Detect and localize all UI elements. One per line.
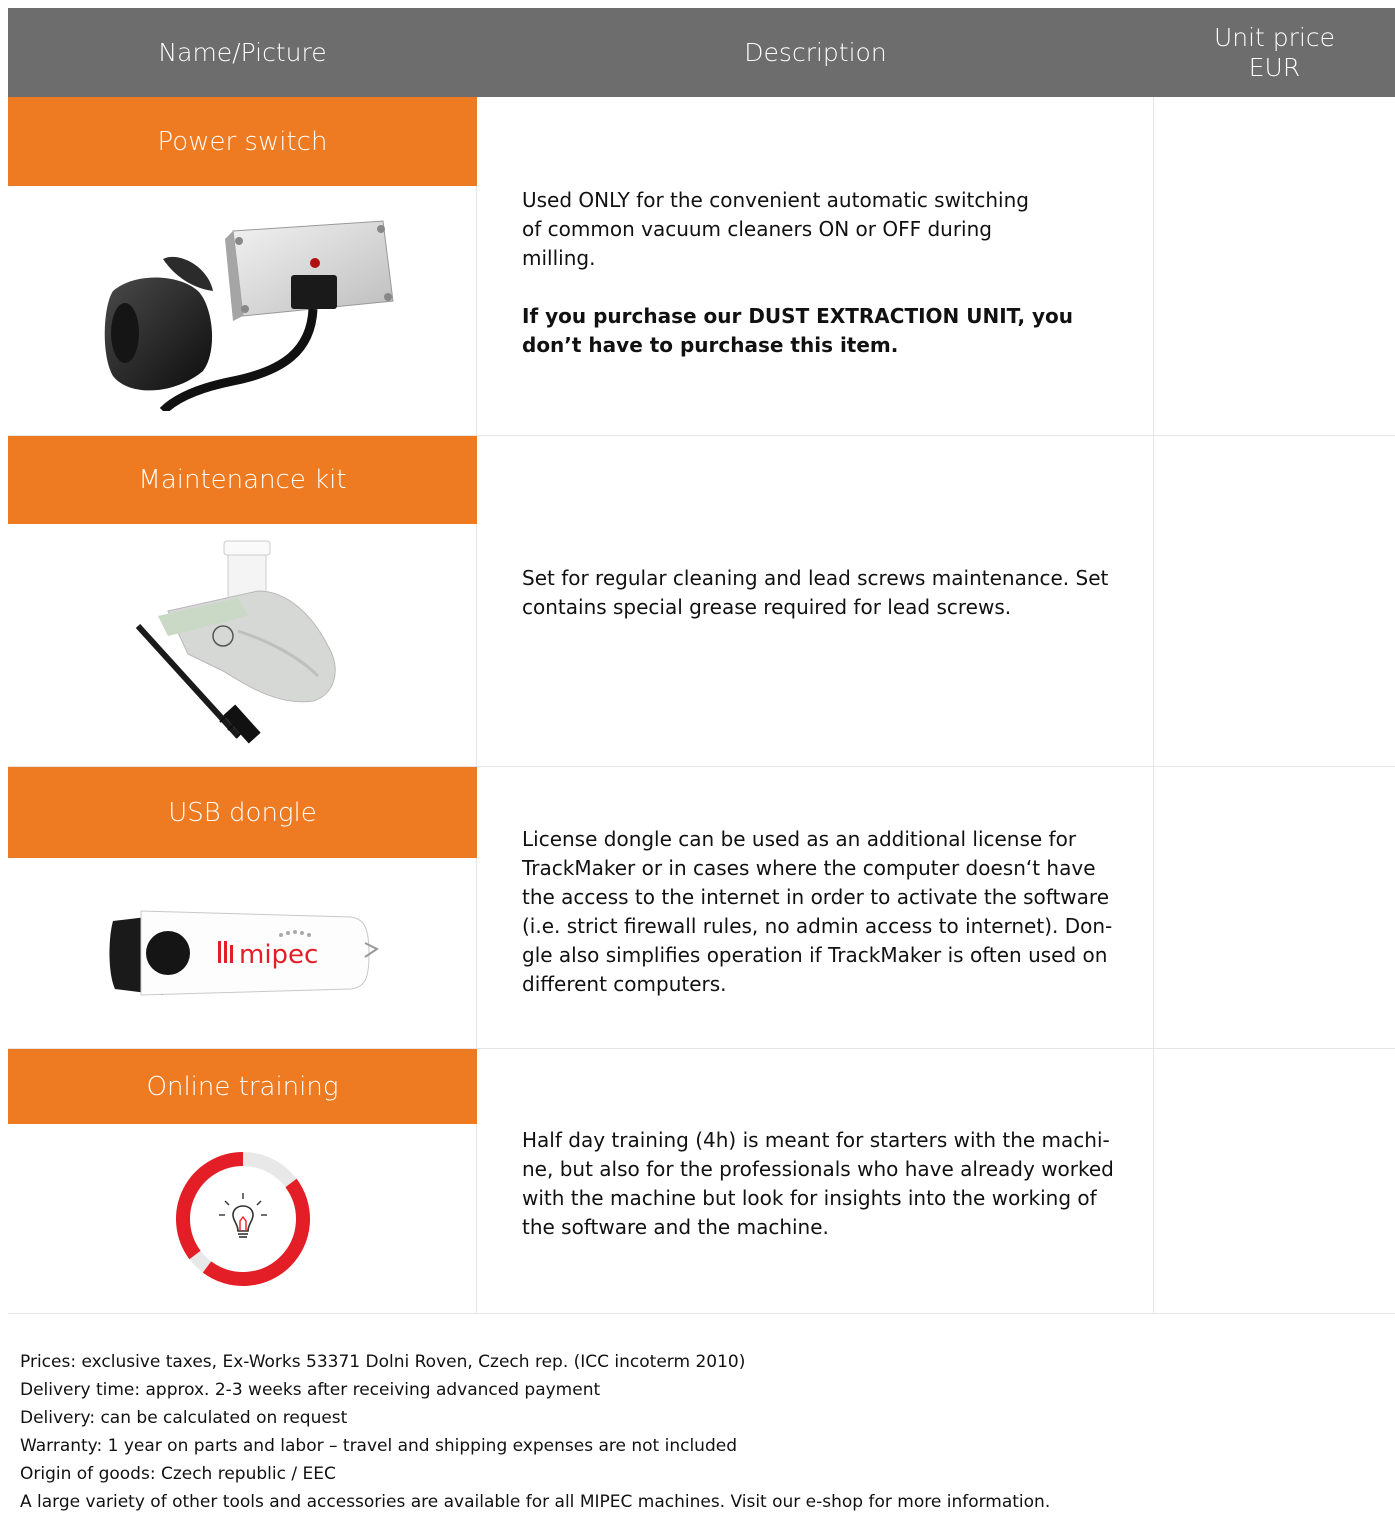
footer-line-delivery-time: Delivery time: approx. 2-3 weeks after r… [20, 1380, 601, 1400]
item-description: License dongle can be used as an additio… [522, 825, 1112, 999]
header-description: Description [744, 37, 887, 67]
header-name-picture: Name/Picture [158, 37, 327, 67]
header-unit-price-line2: EUR [1248, 52, 1301, 82]
table-row: Maintenance kit Set for regular cleaning… [8, 436, 1395, 767]
name-picture-cell: USB dongle mipec [8, 767, 477, 1048]
usb-dongle-image: mipec [8, 858, 477, 1049]
footer-line-origin: Origin of goods: Czech republic / EEC [20, 1464, 336, 1484]
desc-line: milling. [522, 246, 596, 270]
item-description: Used ONLY for the convenient automatic s… [522, 186, 1073, 360]
item-description: Half day training (4h) is meant for star… [522, 1126, 1114, 1242]
desc-line: TrackMaker or in cases where the compute… [522, 856, 1096, 880]
table-header: Name/Picture Description Unit price EUR [8, 8, 1395, 97]
desc-line: the access to the internet in order to a… [522, 885, 1110, 909]
table-row: Power switch Used ONLY for the convenien… [8, 97, 1395, 436]
description-cell: Set for regular cleaning and lead screws… [477, 436, 1154, 766]
desc-line: ne, but also for the professionals who h… [522, 1157, 1114, 1181]
name-picture-cell: Power switch [8, 97, 477, 435]
desc-line: of common vacuum cleaners ON or OFF duri… [522, 217, 992, 241]
unit-price-cell [1154, 767, 1395, 1048]
desc-bold-line: don’t have to purchase this item. [522, 333, 899, 357]
power-switch-image [8, 186, 477, 436]
mipec-logo-text: mipec [239, 940, 318, 970]
header-unit-price-line1: Unit price [1213, 22, 1336, 52]
name-picture-cell: Maintenance kit [8, 436, 477, 766]
table-row: Online training Half day training (4h) i… [8, 1049, 1395, 1314]
desc-line: Half day training (4h) is meant for star… [522, 1128, 1110, 1152]
desc-line: different computers. [522, 972, 727, 996]
table-row: USB dongle mipec License dongle can be u… [8, 767, 1395, 1049]
item-name: USB dongle [8, 767, 477, 858]
unit-price-cell [1154, 436, 1395, 766]
item-description: Set for regular cleaning and lead screws… [522, 564, 1108, 622]
footer-line-prices: Prices: exclusive taxes, Ex-Works 53371 … [20, 1352, 746, 1372]
description-cell: License dongle can be used as an additio… [477, 767, 1154, 1048]
desc-line: Set for regular cleaning and lead screws… [522, 566, 1109, 590]
footer-line-delivery: Delivery: can be calculated on request [20, 1408, 348, 1428]
desc-line: the software and the machine. [522, 1215, 829, 1239]
unit-price-cell [1154, 97, 1395, 435]
footer-line-warranty: Warranty: 1 year on parts and labor – tr… [20, 1436, 737, 1456]
desc-line: Used ONLY for the convenient automatic s… [522, 188, 1029, 212]
header-unit-price: Unit price EUR [1154, 8, 1395, 97]
desc-line: (i.e. strict firewall rules, no admin ac… [522, 914, 1113, 938]
description-cell: Half day training (4h) is meant for star… [477, 1049, 1154, 1313]
item-name: Online training [8, 1049, 477, 1124]
desc-line: with the machine but look for insights i… [522, 1186, 1097, 1210]
footer-line-eshop: A large variety of other tools and acces… [20, 1492, 1051, 1512]
maintenance-kit-image [8, 524, 477, 767]
description-cell: Used ONLY for the convenient automatic s… [477, 97, 1154, 435]
desc-line: License dongle can be used as an additio… [522, 827, 1077, 851]
desc-bold-line: If you purchase our DUST EXTRACTION UNIT… [522, 304, 1074, 328]
desc-line: gle also simplifies operation if TrackMa… [522, 943, 1108, 967]
desc-line: contains special grease required for lea… [522, 595, 1012, 619]
unit-price-cell [1154, 1049, 1395, 1313]
item-name: Maintenance kit [8, 436, 477, 524]
footer-notes: Prices: exclusive taxes, Ex-Works 53371 … [20, 1348, 1050, 1516]
item-name: Power switch [8, 97, 477, 186]
name-picture-cell: Online training [8, 1049, 477, 1313]
lightbulb-icon [8, 1124, 477, 1314]
